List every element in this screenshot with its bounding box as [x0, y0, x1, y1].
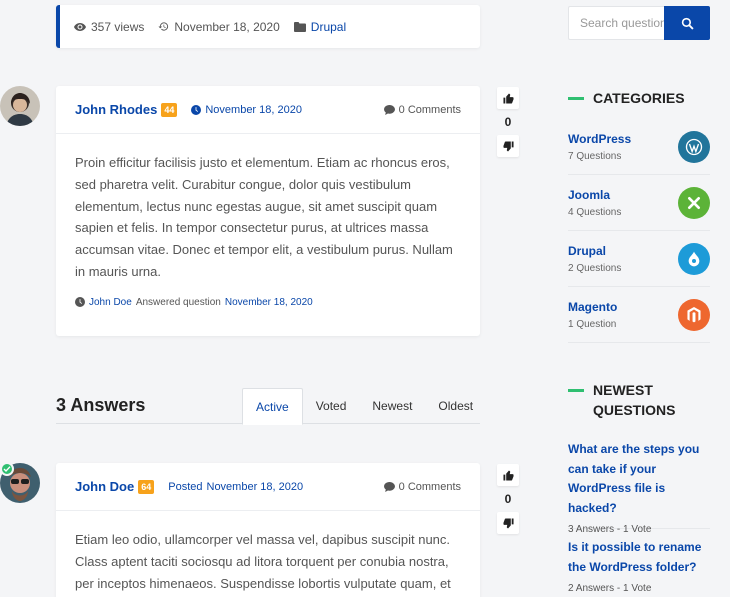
thumbs-up-icon [502, 469, 514, 481]
categories-widget-title: CATEGORIES [568, 88, 685, 108]
vote-count: 0 [504, 115, 512, 129]
best-answer-check-icon [0, 462, 14, 476]
joomla-icon [678, 186, 710, 219]
answered-user[interactable]: John Doe [89, 297, 132, 308]
answer-author-name[interactable]: John Doe [75, 479, 134, 494]
question-header: John Rhodes 44 November 18, 2020 0 Comme… [56, 86, 480, 134]
tab-active[interactable]: Active [242, 388, 303, 425]
history-icon [158, 22, 169, 31]
downvote-button[interactable] [497, 135, 519, 157]
thumbs-down-icon [502, 517, 514, 529]
answer-author-badge: 64 [138, 479, 155, 494]
drupal-icon [678, 242, 710, 275]
clock-icon [191, 104, 202, 115]
answer-body: Etiam leo odio, ullamcorper vel massa ve… [75, 532, 451, 591]
answer-comments-link[interactable]: 0 Comments [383, 481, 461, 493]
author-name[interactable]: John Rhodes [75, 102, 157, 117]
answer-card: John Doe 64 Posted November 18, 2020 0 C… [56, 463, 480, 597]
newest-question-meta: 3 Answers - 1 Vote [568, 524, 652, 535]
search-input[interactable]: Search questions [568, 6, 664, 40]
newest-question-meta: 2 Answers - 1 Vote [568, 583, 652, 594]
clock-icon [75, 297, 85, 308]
category-item-drupal[interactable]: Drupal 2 Questions [568, 231, 710, 287]
search-button[interactable] [664, 6, 710, 40]
newest-question-item[interactable]: Is it possible to rename the WordPress f… [568, 538, 710, 594]
answer-post-date: Posted November 18, 2020 [168, 480, 304, 493]
newest-question-title[interactable]: What are the steps you can take if your … [568, 440, 710, 518]
author-badge: 44 [161, 102, 178, 117]
question-category[interactable]: Drupal [293, 20, 346, 34]
upvote-button[interactable] [497, 87, 519, 109]
newest-widget-title: NEWEST QUESTIONS [568, 380, 710, 420]
answer-upvote-button[interactable] [497, 464, 519, 486]
thumbs-up-icon [502, 92, 514, 104]
tab-oldest[interactable]: Oldest [425, 388, 486, 424]
title-accent-bar [568, 97, 584, 100]
answers-sort-tabs: Active Voted Newest Oldest [242, 388, 486, 425]
question-card: John Rhodes 44 November 18, 2020 0 Comme… [56, 86, 480, 336]
title-accent-bar [568, 389, 584, 392]
category-item-magento[interactable]: Magento 1 Question [568, 287, 710, 343]
question-body: Proin efficitur facilisis justo et eleme… [75, 155, 453, 279]
answer-vote-count: 0 [504, 492, 512, 506]
comment-icon [383, 104, 395, 115]
tab-newest[interactable]: Newest [359, 388, 425, 424]
answer-downvote-button[interactable] [497, 512, 519, 534]
newest-question-item[interactable]: What are the steps you can take if your … [568, 440, 710, 535]
tab-voted[interactable]: Voted [303, 388, 360, 424]
answered-date: November 18, 2020 [224, 296, 313, 308]
folder-icon [293, 21, 306, 32]
comment-icon [383, 481, 395, 492]
question-meta-bar: 357 views November 18, 2020 Drupal [56, 5, 480, 48]
question-date: November 18, 2020 [158, 20, 280, 34]
answered-info: John Doe Answered question November 18, … [56, 283, 480, 322]
category-link[interactable]: Drupal [311, 20, 346, 34]
answers-header: 3 Answers Active Voted Newest Oldest [56, 388, 480, 425]
author-avatar[interactable] [0, 86, 40, 126]
category-item-joomla[interactable]: Joomla 4 Questions [568, 175, 710, 231]
wordpress-icon [678, 130, 710, 163]
comments-link[interactable]: 0 Comments [383, 104, 461, 116]
answers-count-title: 3 Answers [56, 395, 146, 415]
category-item-wordpress[interactable]: WordPress 7 Questions [568, 119, 710, 175]
newest-question-title[interactable]: Is it possible to rename the WordPress f… [568, 538, 710, 577]
views-count: 357 views [91, 19, 145, 34]
search-icon [681, 17, 694, 30]
views-stat: 357 views [74, 20, 144, 34]
answer-header: John Doe 64 Posted November 18, 2020 0 C… [56, 463, 480, 511]
eye-icon [74, 22, 86, 31]
post-date: November 18, 2020 [191, 104, 302, 116]
answer-vote: 0 [497, 464, 519, 534]
thumbs-down-icon [502, 140, 514, 152]
magento-icon [678, 298, 710, 331]
question-vote: 0 [497, 87, 519, 157]
